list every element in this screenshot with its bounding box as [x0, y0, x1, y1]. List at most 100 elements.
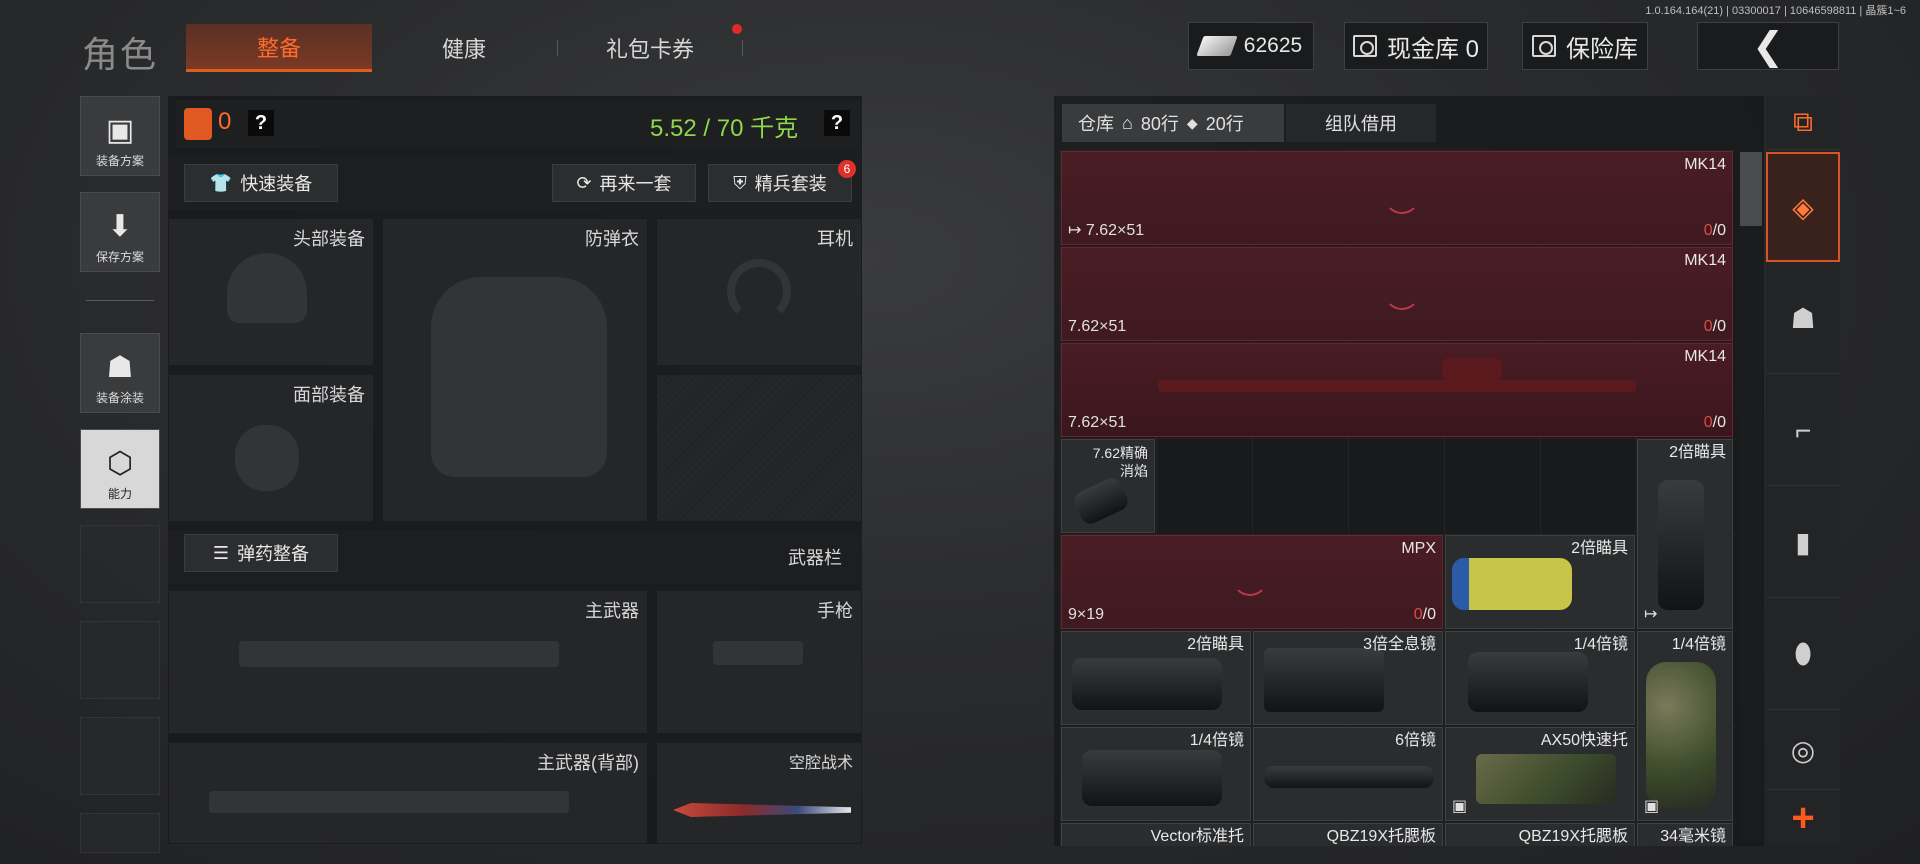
- storage-item-ax50-stock[interactable]: AX50快速托 ▣: [1445, 727, 1635, 821]
- empty-ability-slot[interactable]: [80, 813, 160, 853]
- primary-weapon-slot[interactable]: 主武器: [168, 590, 648, 734]
- item-name: MK14: [1684, 156, 1726, 173]
- storage-item-mk14[interactable]: MK14 7.62×51 0/0: [1061, 343, 1733, 437]
- pistol-slot[interactable]: 手枪: [656, 590, 862, 734]
- money-amount: 62625: [1243, 34, 1303, 57]
- ability-label: 能力: [107, 487, 132, 501]
- safe-button[interactable]: 保险库: [1522, 22, 1648, 70]
- version-string: 1.0.164.164(21) | 03300017 | 10646598811…: [1645, 5, 1906, 17]
- storage-item-2x-sight[interactable]: 2倍瞄具: [1445, 535, 1635, 629]
- item-caliber: 7.62×51: [1068, 318, 1127, 335]
- weight-help-button[interactable]: ?: [824, 110, 850, 136]
- rifle-scope-image: [1442, 358, 1502, 380]
- ammo-list-icon: ☰: [212, 542, 230, 563]
- storage-item-2x-sight[interactable]: 2倍瞄具: [1061, 631, 1251, 725]
- ammo-equip-label: 弹药整备: [237, 544, 310, 564]
- armor-help-button[interactable]: ?: [248, 110, 274, 136]
- ammo-equip-button[interactable]: ☰ 弹药整备: [184, 534, 338, 572]
- primary-back-weapon-slot[interactable]: 主武器(背部): [168, 742, 648, 844]
- elite-set-badge: 6: [838, 160, 856, 178]
- storage-scrollbar[interactable]: [1740, 152, 1762, 842]
- storage-item-quarter-scope[interactable]: 1/4倍镜 ▣: [1637, 631, 1733, 821]
- shirt-icon: 👕: [209, 172, 233, 193]
- storage-item-mk14[interactable]: MK14 7.62×51 0/0: [1061, 247, 1733, 341]
- backpack-icon[interactable]: ◈: [1766, 152, 1840, 262]
- storage-item-mpx[interactable]: MPX 9×19 0/0: [1061, 535, 1443, 629]
- retry-set-button[interactable]: ⟳ 再来一套: [552, 164, 696, 202]
- storage-item-34mm-scope[interactable]: 34毫米镜: [1637, 823, 1733, 846]
- save-plan-button[interactable]: ⬇ 保存方案: [80, 192, 160, 272]
- banknote-icon: [1196, 36, 1238, 56]
- item-name: MK14: [1684, 252, 1726, 269]
- storage-item-suppressor[interactable]: 7.62精确 消焰: [1061, 439, 1155, 533]
- ticket-rows: 20行: [1205, 114, 1244, 134]
- face-gear-label: 面部装备: [293, 385, 365, 405]
- storage-item-vector-stock[interactable]: Vector标准托: [1061, 823, 1251, 846]
- tab-warehouse[interactable]: 仓库 ⌂ 80行 ◆ 20行: [1062, 104, 1284, 142]
- empty-ability-slot[interactable]: [80, 525, 160, 603]
- melee-slot[interactable]: 空腔战术: [656, 742, 862, 844]
- magazine-icon[interactable]: ▮: [1766, 488, 1840, 598]
- bullet-icon[interactable]: ⬮: [1766, 600, 1840, 710]
- scope-image: [1468, 652, 1588, 712]
- empty-ability-slot[interactable]: [80, 621, 160, 699]
- rifle-silhouette-icon: [239, 641, 559, 667]
- safe-icon: [1532, 35, 1556, 57]
- loadout-plan-button[interactable]: ▣ 装备方案: [80, 96, 160, 176]
- rifle-icon[interactable]: ⌐: [1766, 376, 1840, 486]
- knife-item-icon: [673, 803, 851, 817]
- quick-equip-label: 快速装备: [240, 174, 313, 194]
- storage-scroll-thumb[interactable]: [1740, 152, 1762, 226]
- tab-team-loan[interactable]: 组队借用: [1286, 104, 1436, 142]
- sight-image: [1658, 480, 1704, 610]
- tab-health[interactable]: 健康: [371, 24, 557, 72]
- ticket-icon: ◆: [1186, 114, 1198, 131]
- item-caliber: 9×19: [1068, 606, 1105, 623]
- head-gear-slot[interactable]: 头部装备: [168, 218, 374, 366]
- storage-item-mk14[interactable]: MK14 ↦ 7.62×51 0/0: [1061, 151, 1733, 245]
- stack-refresh-icon[interactable]: ⧉: [1766, 96, 1840, 150]
- ability-icon: ⬡: [106, 447, 134, 480]
- storage-item-cheek-rest[interactable]: QBZ19X托腮板: [1253, 823, 1443, 846]
- storage-item-6x-scope[interactable]: 6倍镜: [1253, 727, 1443, 821]
- back-button[interactable]: ❮: [1697, 22, 1839, 70]
- item-name: 1/4倍镜: [1189, 732, 1244, 749]
- elite-set-button[interactable]: ⛨ 精兵套装: [708, 164, 852, 202]
- page-title: 角色: [82, 34, 159, 75]
- item-name: 2倍瞄具: [1669, 444, 1726, 461]
- item-name: 1/4倍镜: [1573, 636, 1628, 653]
- storage-item-2x-sight[interactable]: 2倍瞄具 ↦: [1637, 439, 1733, 629]
- cash-vault-button[interactable]: 现金库 0: [1344, 22, 1488, 70]
- weight-display: 5.52 / 70 千克: [650, 115, 799, 142]
- item-name: MK14: [1684, 348, 1726, 365]
- storage-item-holo-sight[interactable]: 3倍全息镜: [1253, 631, 1443, 725]
- tab-gift-vouchers[interactable]: 礼包卡券: [557, 24, 743, 72]
- pistol-label: 手枪: [817, 601, 853, 621]
- item-name: 7.62精确 消焰: [1092, 445, 1148, 479]
- sniper-rifle-image: [1158, 380, 1636, 392]
- earphone-slot[interactable]: 耳机: [656, 218, 862, 366]
- export-icon: ↦: [1644, 606, 1658, 623]
- face-gear-slot[interactable]: 面部装备: [168, 374, 374, 522]
- vest-icon: ▣: [105, 114, 135, 147]
- equipment-paint-button[interactable]: ☗ 装备涂装: [80, 333, 160, 413]
- item-ammo: 0/0: [1413, 606, 1436, 623]
- red-dot-sight-icon[interactable]: ◎: [1766, 712, 1840, 790]
- item-name: QBZ19X托腮板: [1518, 828, 1628, 845]
- tab-loadout[interactable]: 整备: [186, 24, 372, 72]
- plus-icon[interactable]: +: [1766, 792, 1840, 844]
- pistol-silhouette-icon: [713, 641, 803, 665]
- helmet-icon[interactable]: ☗: [1766, 264, 1840, 374]
- storage-item-quarter-scope[interactable]: 1/4倍镜: [1061, 727, 1251, 821]
- headset-silhouette-icon: [727, 259, 791, 323]
- body-armor-slot[interactable]: 防弹衣: [382, 218, 648, 522]
- storage-item-quarter-scope[interactable]: 1/4倍镜: [1445, 631, 1635, 725]
- suppressor-image: [1071, 475, 1131, 527]
- storage-item-cheek-rest[interactable]: QBZ19X托腮板: [1445, 823, 1635, 846]
- scope-image: [1264, 766, 1434, 788]
- empty-ability-slot[interactable]: [80, 717, 160, 795]
- ability-button[interactable]: ⬡ 能力: [80, 429, 160, 509]
- loadout-plan-label: 装备方案: [95, 154, 144, 168]
- primary-back-weapon-label: 主武器(背部): [537, 753, 639, 773]
- quick-equip-button[interactable]: 👕 快速装备: [184, 164, 338, 202]
